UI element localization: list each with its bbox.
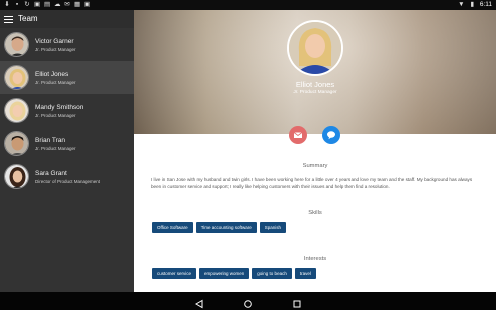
- app-title: Team: [18, 14, 38, 23]
- contact-name: Sara Grant: [35, 170, 67, 177]
- interest-chip[interactable]: travel: [294, 268, 316, 279]
- avatar: [4, 32, 29, 57]
- recents-button[interactable]: [292, 296, 302, 308]
- contact-name: Brian Tran: [35, 137, 65, 144]
- interests-heading: Interests: [303, 256, 327, 262]
- profile-name: Elliot Jones: [295, 80, 335, 89]
- skill-chip[interactable]: Time accounting software: [195, 222, 257, 233]
- contact-role: Director of Product Management: [35, 179, 101, 184]
- contact-list: Victor Garner Jr. Product Manager Elliot…: [0, 28, 134, 292]
- avatar: [4, 164, 29, 189]
- sync-icon: ↻: [24, 1, 30, 8]
- contact-role: Jr. Product Manager: [35, 146, 76, 151]
- back-button[interactable]: [194, 296, 204, 309]
- interest-chip[interactable]: going to beach: [252, 268, 292, 279]
- mail-icon: [293, 132, 303, 138]
- photo-icon: ▣: [84, 1, 91, 8]
- interest-chip[interactable]: empowering women: [199, 268, 250, 279]
- profile-role: Jr. Product Manager: [293, 90, 337, 95]
- wifi-icon: ▼: [458, 1, 465, 8]
- email-button[interactable]: [289, 126, 307, 144]
- mail-icon: ✉: [64, 1, 70, 8]
- download-icon: ⬇: [4, 1, 10, 8]
- back-icon: [195, 299, 203, 309]
- cloud-icon: ☁: [54, 1, 61, 8]
- contact-role: Jr. Product Manager: [35, 47, 76, 52]
- contact-role: Jr. Product Manager: [35, 80, 76, 85]
- home-button[interactable]: [243, 296, 253, 308]
- profile-photo: [287, 20, 343, 76]
- contact-item-sara-grant[interactable]: Sara Grant Director of Product Managemen…: [0, 160, 134, 193]
- shop-icon: ▦: [74, 1, 81, 8]
- skill-chip[interactable]: Office Software: [152, 222, 193, 233]
- clipboard-icon: ▤: [44, 1, 51, 8]
- avatar: [4, 65, 29, 90]
- contact-item-elliot-jones[interactable]: Elliot Jones Jr. Product Manager: [0, 61, 134, 94]
- navigation-bar: [0, 292, 496, 310]
- interest-chip[interactable]: customer service: [152, 268, 197, 279]
- notification-icon: ▪: [15, 1, 19, 8]
- clock: 6:11: [479, 1, 492, 8]
- contact-name: Victor Garner: [35, 38, 74, 45]
- contact-item-victor-garner[interactable]: Victor Garner Jr. Product Manager: [0, 28, 134, 61]
- interests-list: customer service empowering women going …: [152, 268, 316, 279]
- avatar: [4, 98, 29, 123]
- contact-name: Elliot Jones: [35, 71, 69, 78]
- summary-heading: Summary: [302, 163, 328, 169]
- chat-icon: [327, 131, 335, 140]
- battery-icon: ▮: [470, 1, 475, 8]
- skills-list: Office Software Time accounting software…: [152, 222, 287, 233]
- skills-heading: Skills: [308, 210, 322, 216]
- home-icon: [244, 300, 252, 308]
- contact-item-mandy-smithson[interactable]: Mandy Smithson Jr. Product Manager: [0, 94, 134, 127]
- message-button[interactable]: [322, 126, 340, 144]
- app-bar: Team: [0, 10, 134, 28]
- recents-icon: [293, 300, 301, 308]
- status-bar: ⬇ ▪ ↻ ▣ ▤ ☁ ✉ ▦ ▣ ▼ ▮ 6:11: [0, 0, 496, 10]
- contact-item-brian-tran[interactable]: Brian Tran Jr. Product Manager: [0, 127, 134, 160]
- contact-name: Mandy Smithson: [35, 104, 84, 111]
- profile-panel: Elliot Jones Jr. Product Manager Summary…: [134, 10, 496, 292]
- contact-role: Jr. Product Manager: [35, 113, 76, 118]
- summary-text: I live in San Jose with my husband and t…: [151, 177, 473, 189]
- image-icon: ▣: [34, 1, 41, 8]
- status-icons-left: ⬇ ▪ ↻ ▣ ▤ ☁ ✉ ▦ ▣: [4, 1, 90, 8]
- menu-icon[interactable]: [4, 14, 14, 24]
- avatar: [4, 131, 29, 156]
- skill-chip[interactable]: Spanish: [259, 222, 287, 233]
